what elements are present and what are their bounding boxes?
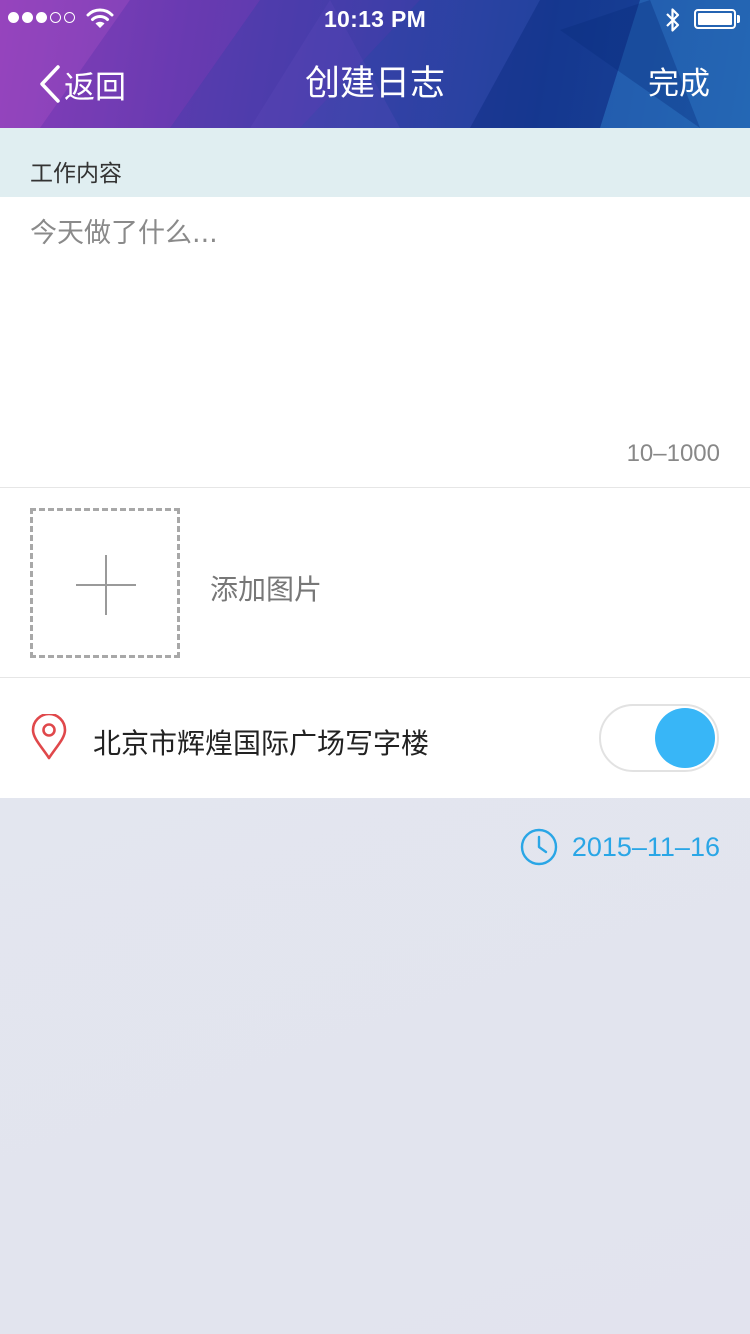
location-row: 北京市辉煌国际广场写字楼 <box>0 677 750 798</box>
add-photo-row: 添加图片 <box>0 487 750 677</box>
date-value: 2015–11–16 <box>571 831 720 862</box>
character-limit: 10–1000 <box>626 440 720 467</box>
status-bar: 10:13 PM <box>0 0 750 40</box>
date-display: 2015–11–16 <box>520 828 720 866</box>
work-content-input[interactable] <box>30 211 720 411</box>
toggle-knob <box>655 708 715 768</box>
location-pin-icon <box>31 714 67 760</box>
page-title: 创建日志 <box>304 64 445 104</box>
add-photo-button[interactable] <box>30 508 180 658</box>
location-toggle[interactable] <box>599 704 719 772</box>
work-content-panel: 10–1000 <box>0 197 750 487</box>
bluetooth-icon <box>666 8 680 32</box>
location-text: 北京市辉煌国际广场写字楼 <box>93 727 430 760</box>
clock-icon <box>520 828 558 866</box>
add-photo-label: 添加图片 <box>210 573 323 606</box>
navigation-header: 10:13 PM 返回 创建日志 完成 <box>0 0 750 128</box>
done-button[interactable]: 完成 <box>648 62 710 106</box>
status-time: 10:13 PM <box>323 6 427 32</box>
work-content-header: 工作内容 <box>0 128 750 197</box>
battery-icon <box>694 9 740 29</box>
work-content-label: 工作内容 <box>30 161 122 187</box>
